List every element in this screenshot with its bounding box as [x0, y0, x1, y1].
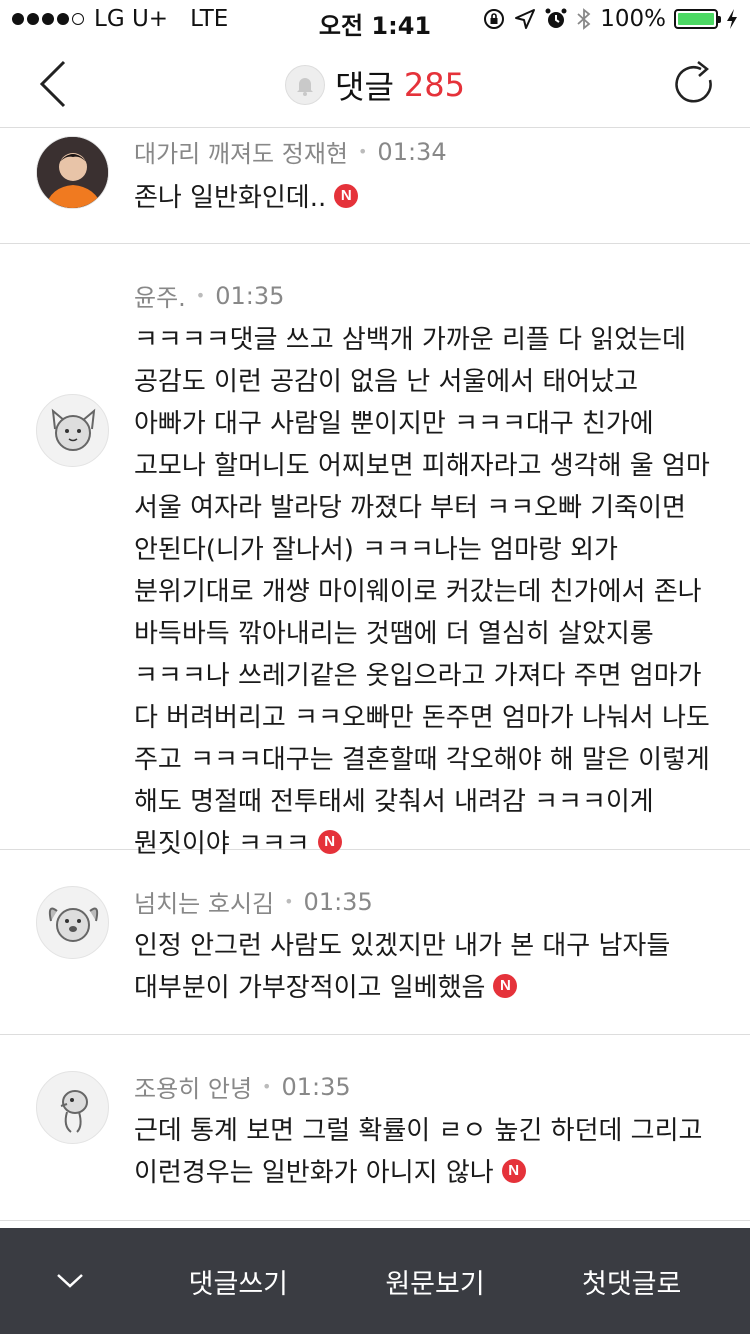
notification-bell-button[interactable]: [285, 65, 326, 105]
avatar[interactable]: [36, 1071, 109, 1144]
avatar[interactable]: [36, 886, 109, 959]
refresh-button[interactable]: [670, 56, 720, 112]
profile-photo-icon: [37, 137, 108, 208]
comment-author[interactable]: 대가리 깨져도 정재현: [134, 134, 348, 169]
chevron-down-icon: [57, 1274, 83, 1288]
status-right: 100%: [482, 6, 738, 32]
battery-icon: [674, 9, 721, 29]
new-badge: N: [501, 1158, 526, 1183]
location-arrow-icon: [515, 9, 536, 29]
comment-text-content: 존나 일반화인데..: [134, 183, 327, 213]
comment-time: 01:35: [215, 281, 285, 310]
alarm-icon: [545, 8, 567, 28]
comment-meta: 조용히 안녕 • 01:35: [134, 1069, 714, 1104]
first-comment-button[interactable]: 첫댓글로: [533, 1262, 750, 1301]
orientation-lock-icon: [484, 9, 505, 29]
bell-icon: [297, 78, 314, 96]
comment-time: 01:34: [377, 137, 447, 166]
status-bar: LG U+ LTE 오전 1:41 100%: [0, 0, 750, 40]
page-title: 댓글 285: [0, 62, 750, 108]
comment-meta: 넘치는 호시김 • 01:35: [134, 884, 714, 919]
dog-avatar-icon: [48, 907, 99, 942]
collapse-toolbar-button[interactable]: [0, 1228, 140, 1334]
comment-item: 조용히 안녕 • 01:35 근데 통계 보면 그럴 확률이 ㄹㅇ 높긴 하던데…: [0, 1035, 750, 1221]
refresh-icon: [675, 61, 712, 103]
comment-text-content: 인정 안그런 사람도 있겠지만 내가 본 대구 남자들 대부분이 가부장적이고 …: [134, 931, 671, 1003]
comment-text: 근데 통계 보면 그럴 확률이 ㄹㅇ 높긴 하던데 그리고 이런경우는 일반화가…: [134, 1110, 714, 1194]
charging-bolt-icon: [727, 9, 737, 29]
comment-author[interactable]: 조용히 안녕: [134, 1069, 252, 1104]
comment-text: 존나 일반화인데.. N: [134, 177, 714, 219]
comment-count: 285: [403, 66, 465, 104]
write-comment-button[interactable]: 댓글쓰기: [140, 1262, 337, 1301]
comment-list: 대가리 깨져도 정재현 • 01:34 존나 일반화인데.. N 윤주. • 01…: [0, 128, 750, 1221]
comment-meta: 대가리 깨져도 정재현 • 01:34: [134, 134, 714, 169]
comment-time: 01:35: [303, 887, 373, 916]
cat-avatar-icon: [51, 408, 96, 451]
comment-author[interactable]: 넘치는 호시김: [134, 884, 274, 919]
comment-item: 넘치는 호시김 • 01:35 인정 안그런 사람도 있겠지만 내가 본 대구 …: [0, 850, 750, 1035]
comment-text: ㅋㅋㅋㅋ댓글 쓰고 삼백개 가까운 리플 다 읽었는데 공감도 이런 공감이 없…: [134, 319, 714, 865]
page-title-label: 댓글: [335, 68, 394, 106]
comment-text-content: 근데 통계 보면 그럴 확률이 ㄹㅇ 높긴 하던데 그리고 이런경우는 일반화가…: [134, 1116, 703, 1188]
avatar[interactable]: [36, 394, 109, 467]
comment-item: 윤주. • 01:35 ㅋㅋㅋㅋ댓글 쓰고 삼백개 가까운 리플 다 읽었는데 …: [0, 244, 750, 859]
comment-text: 인정 안그런 사람도 있겠지만 내가 본 대구 남자들 대부분이 가부장적이고 …: [134, 925, 714, 1009]
comment-time: 01:35: [281, 1072, 351, 1101]
new-badge: N: [493, 973, 518, 998]
nav-bar: 댓글 285: [0, 40, 750, 128]
view-original-button[interactable]: 원문보기: [337, 1262, 534, 1301]
avatar[interactable]: [36, 136, 109, 209]
comment-text-content: ㅋㅋㅋㅋ댓글 쓰고 삼백개 가까운 리플 다 읽었는데 공감도 이런 공감이 없…: [134, 325, 710, 859]
battery-percent: 100%: [600, 6, 666, 32]
new-badge: N: [334, 183, 359, 208]
bottom-toolbar: 댓글쓰기 원문보기 첫댓글로: [0, 1228, 750, 1334]
comment-author[interactable]: 윤주.: [134, 278, 186, 313]
character-avatar-icon: [60, 1090, 88, 1133]
comment-meta: 윤주. • 01:35: [134, 278, 714, 313]
comment-item: 대가리 깨져도 정재현 • 01:34 존나 일반화인데.. N: [0, 128, 750, 244]
bluetooth-icon: [577, 8, 591, 30]
